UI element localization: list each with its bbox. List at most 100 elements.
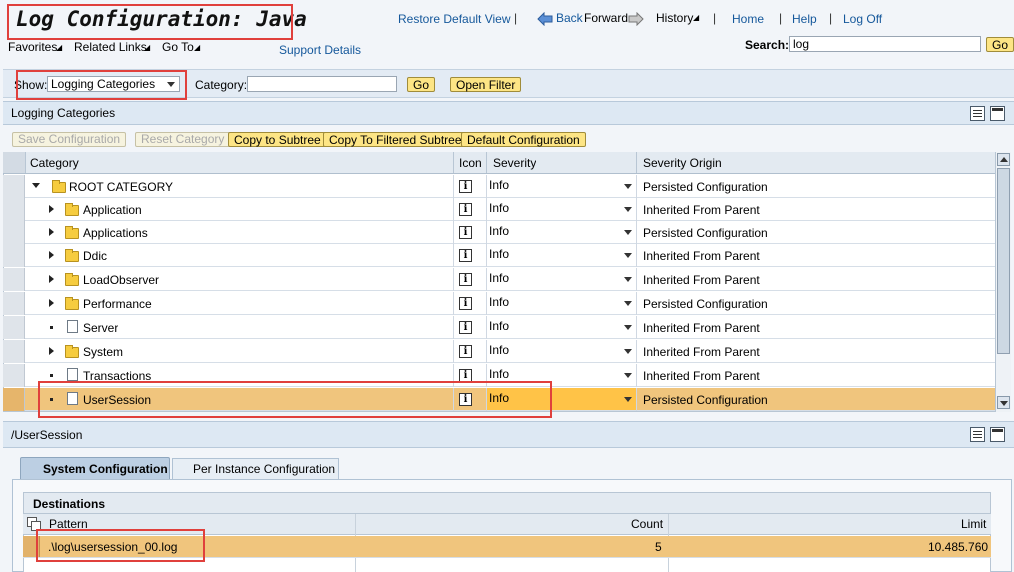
nav-separator: |	[829, 11, 833, 25]
table-row[interactable]: ROOT CATEGORY i Info Persisted Configura…	[3, 175, 995, 198]
expand-down-icon[interactable]	[32, 183, 40, 188]
scroll-up-icon[interactable]	[997, 153, 1010, 166]
table-scrollbar[interactable]	[995, 152, 1011, 412]
info-icon[interactable]: i	[459, 180, 472, 193]
search-input[interactable]: log	[789, 36, 981, 52]
chevron-down-icon[interactable]	[624, 397, 632, 402]
personalize-icon[interactable]	[970, 106, 985, 121]
column-header-category[interactable]: Category	[30, 156, 79, 170]
save-configuration-button[interactable]: Save Configuration	[12, 132, 127, 147]
severity-select[interactable]: Info	[489, 367, 509, 381]
severity-select[interactable]: Info	[489, 224, 509, 238]
support-details-link[interactable]: Support Details	[279, 43, 361, 57]
row-selector[interactable]	[3, 221, 25, 244]
category-go-button[interactable]: Go	[407, 77, 436, 92]
info-icon[interactable]: i	[459, 226, 472, 239]
severity-select[interactable]: Info	[489, 343, 509, 357]
column-header-limit[interactable]: Limit	[961, 517, 986, 531]
severity-select[interactable]: Info	[489, 319, 509, 333]
restore-default-view-link[interactable]: Restore Default View	[398, 12, 511, 26]
copy-to-filtered-subtree-button[interactable]: Copy To Filtered Subtree	[323, 132, 468, 147]
row-selector[interactable]	[3, 388, 25, 411]
panel-title: /UserSession	[11, 428, 83, 442]
row-selector[interactable]	[3, 244, 25, 267]
info-icon[interactable]: i	[459, 273, 472, 286]
row-selector[interactable]	[3, 198, 25, 221]
back-arrow-icon[interactable]	[537, 12, 553, 26]
category-name: LoadObserver	[83, 273, 160, 287]
chevron-down-icon[interactable]	[624, 325, 632, 330]
related-links-menu[interactable]: Related Links	[74, 40, 147, 54]
scroll-thumb[interactable]	[997, 168, 1010, 354]
favorites-menu[interactable]: Favorites	[8, 40, 57, 54]
select-all-cell[interactable]	[3, 152, 26, 173]
table-row[interactable]: Server i Info Inherited From Parent	[3, 316, 995, 339]
row-selector[interactable]	[3, 340, 25, 363]
row-selector[interactable]	[3, 292, 25, 315]
home-link[interactable]: Home	[732, 12, 764, 26]
row-selector[interactable]	[3, 364, 25, 387]
info-icon[interactable]: i	[459, 345, 472, 358]
destinations-header	[23, 492, 991, 514]
column-divider	[636, 175, 637, 198]
tab-system-configuration[interactable]: System Configuration	[20, 457, 170, 479]
info-icon[interactable]: i	[459, 297, 472, 310]
maximize-icon[interactable]	[990, 427, 1005, 442]
copy-to-subtree-button[interactable]: Copy to Subtree	[228, 132, 327, 147]
tab-per-instance-configuration[interactable]: Per Instance Configuration	[172, 458, 339, 479]
table-row[interactable]: Applications i Info Persisted Configurat…	[3, 221, 995, 244]
selected-row-highlight	[38, 381, 552, 418]
table-row[interactable]: Ddic i Info Inherited From Parent	[3, 244, 995, 267]
forward-arrow-icon[interactable]	[628, 12, 644, 26]
maximize-icon[interactable]	[990, 106, 1005, 121]
history-menu[interactable]: History	[656, 11, 693, 25]
table-row[interactable]: Application i Info Inherited From Parent	[3, 198, 995, 221]
reset-category-button[interactable]: Reset Category	[135, 132, 231, 147]
severity-select[interactable]: Info	[489, 295, 509, 309]
expand-right-icon[interactable]	[49, 347, 54, 355]
column-header-count[interactable]: Count	[631, 517, 663, 531]
expand-right-icon[interactable]	[49, 299, 54, 307]
personalize-icon[interactable]	[970, 427, 985, 442]
back-link[interactable]: Back	[556, 11, 583, 25]
help-link[interactable]: Help	[792, 12, 817, 26]
severity-select[interactable]: Info	[489, 201, 509, 215]
search-go-button[interactable]: Go	[986, 37, 1014, 52]
column-header-severity-origin[interactable]: Severity Origin	[643, 156, 722, 170]
open-filter-button[interactable]: Open Filter	[450, 77, 522, 92]
severity-select[interactable]: Info	[489, 271, 509, 285]
chevron-down-icon[interactable]	[624, 253, 632, 258]
severity-select[interactable]: Info	[489, 247, 509, 261]
chevron-down-icon[interactable]	[624, 184, 632, 189]
category-name: Server	[83, 321, 119, 335]
chevron-down-icon[interactable]	[624, 207, 632, 212]
scroll-down-icon[interactable]	[997, 396, 1010, 409]
expand-right-icon[interactable]	[49, 228, 54, 236]
chevron-down-icon[interactable]	[624, 230, 632, 235]
log-off-link[interactable]: Log Off	[843, 12, 882, 26]
chevron-down-icon[interactable]	[624, 301, 632, 306]
search-label: Search:	[745, 38, 790, 52]
column-header-icon[interactable]: Icon	[459, 156, 482, 170]
chevron-down-icon[interactable]	[624, 349, 632, 354]
row-selector[interactable]	[3, 175, 25, 198]
forward-link[interactable]: Forward	[584, 11, 628, 25]
row-selector[interactable]	[3, 268, 25, 291]
table-row[interactable]: LoadObserver i Info Inherited From Paren…	[3, 268, 995, 291]
info-icon[interactable]: i	[459, 321, 472, 334]
table-row[interactable]: Performance i Info Persisted Configurati…	[3, 292, 995, 315]
go-to-menu[interactable]: Go To	[162, 40, 194, 54]
info-icon[interactable]: i	[459, 249, 472, 262]
column-header-severity[interactable]: Severity	[493, 156, 536, 170]
severity-select[interactable]: Info	[489, 178, 509, 192]
table-row[interactable]: System i Info Inherited From Parent	[3, 340, 995, 363]
expand-right-icon[interactable]	[49, 275, 54, 283]
chevron-down-icon[interactable]	[624, 373, 632, 378]
default-configuration-button[interactable]: Default Configuration	[461, 132, 586, 147]
category-input[interactable]	[247, 76, 397, 92]
info-icon[interactable]: i	[459, 203, 472, 216]
chevron-down-icon[interactable]	[624, 277, 632, 282]
expand-right-icon[interactable]	[49, 251, 54, 259]
row-selector[interactable]	[3, 316, 25, 339]
expand-right-icon[interactable]	[49, 205, 54, 213]
